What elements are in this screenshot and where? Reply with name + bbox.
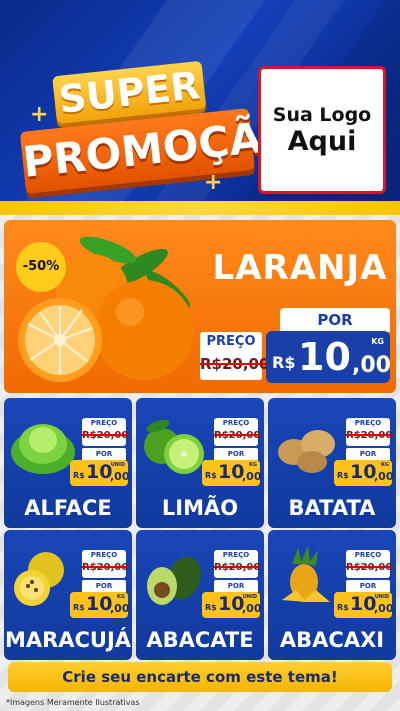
old-price-label: PREÇO: [222, 419, 250, 427]
price-cents: ,00: [374, 470, 394, 483]
price-currency: R$: [205, 471, 217, 480]
lettuce-icon: [11, 424, 75, 474]
price-unit: KG: [371, 337, 384, 346]
price-currency: R$: [337, 471, 349, 480]
price-cents: ,00: [110, 470, 130, 483]
old-price-value: R$20,00: [82, 430, 129, 441]
price-unit: KG: [249, 462, 257, 468]
old-price-value: R$20,00: [214, 562, 261, 573]
product-name: ABACAXI: [279, 628, 385, 652]
featured-por-label: POR: [280, 308, 390, 332]
por-label: POR: [214, 580, 258, 592]
price-tag: R$ 10 ,00 KG: [334, 460, 394, 486]
price-tag: R$ 10 ,00 UNID: [70, 460, 130, 486]
old-price-value: R$20,00: [200, 355, 270, 373]
product-name: LIMÃO: [161, 496, 239, 520]
old-price-value: R$20,00: [214, 430, 261, 441]
featured-product-name: LARANJA: [212, 248, 388, 288]
price-tag: R$ 10 ,00 KG: [70, 592, 130, 618]
header-banner: SUPER PROMOÇÃO + + Sua Logo Aqui: [0, 0, 400, 215]
avocado-icon: [147, 556, 201, 605]
product-card-limao[interactable]: PREÇO R$20,00 POR R$ 10 ,00 KG LIMÃO: [136, 398, 264, 528]
price-unit: UNID: [110, 462, 125, 468]
logo-placeholder[interactable]: Sua Logo Aqui: [258, 66, 386, 194]
price-currency: R$: [272, 353, 296, 372]
old-price-box: PREÇO R$20,00: [346, 550, 393, 578]
product-card-maracuja[interactable]: PREÇO R$20,00 POR R$ 10 ,00 KG MARACUJÁ: [4, 530, 132, 660]
product-card-batata[interactable]: PREÇO R$20,00 POR R$ 10 ,00 KG BATATA: [268, 398, 396, 528]
price-integer: 10: [350, 593, 377, 615]
por-label: POR: [214, 448, 258, 460]
price-unit: UNID: [374, 594, 389, 600]
footnote: *Imagens Meramente Ilustrativas: [6, 698, 140, 707]
old-price-label: PREÇO: [354, 419, 382, 427]
price-unit: KG: [117, 594, 125, 600]
price-integer: 10: [218, 461, 245, 483]
old-price-value: R$20,00: [82, 562, 129, 573]
old-price-label: PREÇO: [354, 551, 382, 559]
product-card-abacaxi[interactable]: PREÇO R$20,00 POR R$ 10 ,00 UNID ABACAXI: [268, 530, 396, 660]
header-divider-band: [0, 201, 400, 215]
featured-old-price: PREÇO R$20,00: [200, 332, 270, 380]
featured-price-tag: R$ 10 ,00 KG: [266, 331, 391, 383]
price-cents: ,00: [242, 470, 262, 483]
product-name: ABACATE: [146, 628, 254, 652]
old-price-box: PREÇO R$20,00: [214, 418, 261, 446]
por-label: POR: [82, 448, 126, 460]
potato-icon: [278, 430, 335, 473]
price-currency: R$: [337, 603, 349, 612]
price-integer: 10: [298, 335, 351, 379]
discount-badge: -50%: [16, 242, 66, 292]
old-price-box: PREÇO R$20,00: [82, 550, 129, 578]
product-name: ALFACE: [24, 496, 112, 520]
pineapple-icon: [282, 546, 330, 602]
price-integer: 10: [86, 461, 113, 483]
old-price-box: PREÇO R$20,00: [346, 418, 393, 446]
product-card-alface[interactable]: PREÇO R$20,00 POR R$ 10 ,00 UNID ALFACE: [4, 398, 132, 528]
price-cents: ,00: [110, 602, 130, 615]
price-tag: R$ 10 ,00 KG: [202, 460, 262, 486]
price-cents: ,00: [242, 602, 262, 615]
old-price-label: PREÇO: [222, 551, 250, 559]
product-card-abacate[interactable]: PREÇO R$20,00 POR R$ 10 ,00 UNID ABACATE: [136, 530, 264, 660]
old-price-label: PREÇO: [90, 551, 118, 559]
old-price-label: PREÇO: [90, 419, 118, 427]
por-label: POR: [82, 580, 126, 592]
price-integer: 10: [350, 461, 377, 483]
old-price-box: PREÇO R$20,00: [82, 418, 129, 446]
lime-icon: [144, 419, 204, 474]
price-cents: ,00: [374, 602, 394, 615]
price-cents: ,00: [352, 353, 391, 378]
old-price-box: PREÇO R$20,00: [214, 550, 261, 578]
product-name: MARACUJÁ: [4, 628, 132, 652]
por-label: POR: [346, 448, 390, 460]
cta-banner[interactable]: Crie seu encarte com este tema!: [8, 662, 392, 692]
logo-text-line2: Aqui: [287, 125, 357, 157]
price-unit: UNID: [242, 594, 257, 600]
price-currency: R$: [205, 603, 217, 612]
price-tag: R$ 10 ,00 UNID: [202, 592, 262, 618]
price-integer: 10: [86, 593, 113, 615]
old-price-value: R$20,00: [346, 430, 393, 441]
price-currency: R$: [73, 603, 85, 612]
price-currency: R$: [73, 471, 85, 480]
price-integer: 10: [218, 593, 245, 615]
old-price-value: R$20,00: [346, 562, 393, 573]
product-name: BATATA: [288, 496, 376, 520]
plus-sparkle-icon: +: [30, 102, 49, 127]
price-unit: KG: [381, 462, 389, 468]
passion-fruit-icon: [14, 552, 64, 606]
price-tag: R$ 10 ,00 UNID: [334, 592, 394, 618]
logo-text-line1: Sua Logo: [272, 103, 372, 126]
plus-sparkle-icon: +: [204, 170, 223, 195]
por-label: POR: [346, 580, 390, 592]
old-price-label: PREÇO: [206, 334, 256, 349]
